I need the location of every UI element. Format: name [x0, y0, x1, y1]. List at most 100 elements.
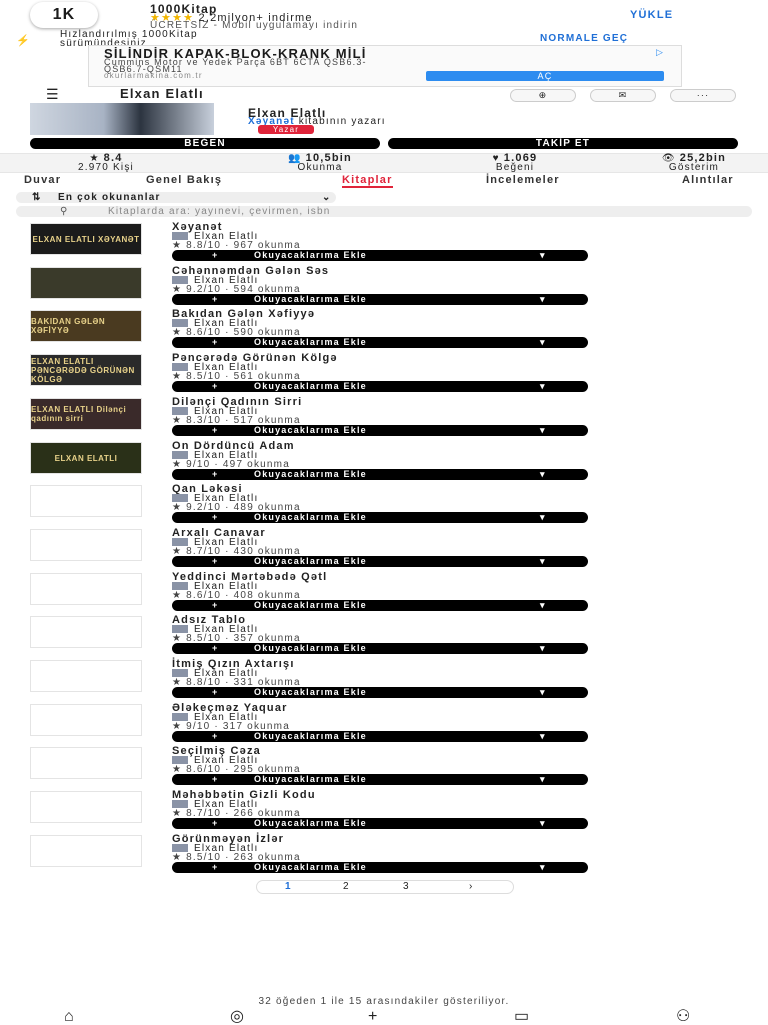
add-button-label: Okuyacaklarıma Ekle [254, 600, 367, 610]
book-row: Ələkeçməz Yaquar Elxan Elatlı ★ 9/10 · 317… [172, 703, 592, 747]
book-cover[interactable] [30, 616, 142, 648]
book-stats: ★ 8.3/10 · 517 okunma [172, 415, 301, 426]
book-cover[interactable] [30, 573, 142, 605]
add-to-reading-list-button[interactable]: + Okuyacaklarıma Ekle ▾ [172, 250, 588, 261]
page-3[interactable]: 3 [403, 881, 410, 893]
tab-overview[interactable]: Genel Bakış [146, 174, 222, 186]
chevron-down-icon[interactable]: ▾ [540, 687, 546, 698]
sort-dropdown[interactable]: ⇅ En çok okunanlar ⌄ [16, 192, 336, 203]
add-to-reading-list-button[interactable]: + Okuyacaklarıma Ekle ▾ [172, 512, 588, 523]
page-2[interactable]: 2 [343, 881, 350, 893]
sort-label: En çok okunanlar [58, 192, 161, 203]
plus-icon: + [212, 250, 219, 260]
add-to-reading-list-button[interactable]: + Okuyacaklarıma Ekle ▾ [172, 774, 588, 785]
book-stats: ★ 9/10 · 317 okunma [172, 721, 290, 732]
book-cover[interactable] [30, 485, 142, 517]
chevron-down-icon[interactable]: ▾ [540, 731, 546, 742]
install-button[interactable]: YÜKLE [630, 9, 673, 21]
chevron-down-icon[interactable]: ▾ [540, 381, 546, 392]
chevron-down-icon[interactable]: ▾ [540, 250, 546, 261]
switch-normal-button[interactable]: NORMALE GEÇ [540, 33, 628, 44]
book-cover[interactable] [30, 267, 142, 299]
add-to-reading-list-button[interactable]: + Okuyacaklarıma Ekle ▾ [172, 687, 588, 698]
stat-reads: 👥 10,5bin Okunma [288, 152, 352, 173]
tab-reviews[interactable]: İncelemeler [486, 174, 560, 186]
app-logo[interactable]: 1K [30, 2, 98, 28]
tab-quotes[interactable]: Alıntılar [682, 174, 734, 186]
ad-open-button[interactable]: AÇ [426, 71, 664, 81]
add-to-reading-list-button[interactable]: + Okuyacaklarıma Ekle ▾ [172, 862, 588, 873]
add-button-label: Okuyacaklarıma Ekle [254, 643, 367, 653]
chevron-down-icon[interactable]: ▾ [540, 643, 546, 654]
book-row: Cəhənnəmdən Gələn Səs Elxan Elatlı ★ 9.2/1… [172, 266, 592, 310]
add-to-reading-list-button[interactable]: + Okuyacaklarıma Ekle ▾ [172, 556, 588, 567]
add-to-reading-list-button[interactable]: + Okuyacaklarıma Ekle ▾ [172, 294, 588, 305]
chevron-down-icon[interactable]: ▾ [540, 512, 546, 523]
explore-icon[interactable]: ◎ [230, 1009, 245, 1025]
chevron-down-icon[interactable]: ▾ [540, 556, 546, 567]
add-icon-button[interactable]: ⊕ [510, 89, 576, 102]
book-cover[interactable] [30, 791, 142, 823]
book-cover[interactable] [30, 704, 142, 736]
book-stats: ★ 8.8/10 · 331 okunma [172, 677, 301, 688]
book-row: Qan Ləkəsi Elxan Elatlı ★ 9.2/10 · 489 oku… [172, 484, 592, 528]
book-cover[interactable]: ELXAN ELATLI Dilənçi qadının sirri [30, 398, 142, 430]
add-icon[interactable]: + [368, 1009, 379, 1025]
book-cover[interactable]: ELXAN ELATLI PƏNCƏRƏDƏ GÖRÜNƏN KÖLGƏ [30, 354, 142, 386]
book-stats: ★ 9/10 · 497 okunma [172, 459, 290, 470]
add-to-reading-list-button[interactable]: + Okuyacaklarıma Ekle ▾ [172, 818, 588, 829]
add-to-reading-list-button[interactable]: + Okuyacaklarıma Ekle ▾ [172, 643, 588, 654]
plus-icon: + [212, 337, 219, 347]
book-cover[interactable] [30, 747, 142, 779]
add-button-label: Okuyacaklarıma Ekle [254, 731, 367, 741]
book-cover[interactable]: ELXAN ELATLI [30, 442, 142, 474]
chevron-down-icon[interactable]: ▾ [540, 337, 546, 348]
add-button-label: Okuyacaklarıma Ekle [254, 687, 367, 697]
next-page-button[interactable]: › [469, 881, 474, 893]
ad-choices-icon[interactable]: ▷ [656, 47, 664, 58]
like-button[interactable]: BEĞEN [30, 138, 380, 149]
lightning-icon: ⚡ [16, 35, 31, 47]
chevron-down-icon[interactable]: ▾ [540, 294, 546, 305]
plus-icon: + [212, 818, 219, 828]
chevron-down-icon[interactable]: ▾ [540, 469, 546, 480]
add-button-label: Okuyacaklarıma Ekle [254, 425, 367, 435]
search-input[interactable]: ⚲ Kitaplarda ara: yayınevi, çevirmen, is… [16, 206, 752, 217]
book-stats: ★ 8.6/10 · 408 okunma [172, 590, 301, 601]
messages-icon[interactable]: ▭ [514, 1009, 530, 1025]
chevron-down-icon: ⌄ [322, 192, 332, 203]
add-to-reading-list-button[interactable]: + Okuyacaklarıma Ekle ▾ [172, 425, 588, 436]
ad-domain: okurlarmakina.com.tr [104, 71, 203, 80]
book-cover[interactable] [30, 660, 142, 692]
follow-button[interactable]: TAKİP ET [388, 138, 738, 149]
home-icon[interactable]: ⌂ [64, 1009, 75, 1025]
message-icon-button[interactable]: ✉ [590, 89, 656, 102]
chevron-down-icon[interactable]: ▾ [540, 425, 546, 436]
menu-icon[interactable]: ☰ [46, 87, 60, 101]
add-to-reading-list-button[interactable]: + Okuyacaklarıma Ekle ▾ [172, 731, 588, 742]
book-cover[interactable] [30, 529, 142, 561]
plus-icon: + [212, 381, 219, 391]
add-to-reading-list-button[interactable]: + Okuyacaklarıma Ekle ▾ [172, 337, 588, 348]
book-row: Seçilmiş Cəza Elxan Elatlı ★ 8.6/10 · 295 … [172, 746, 592, 790]
plus-icon: + [212, 469, 219, 479]
chevron-down-icon[interactable]: ▾ [540, 818, 546, 829]
pagination: 1 2 3 › [256, 880, 514, 894]
book-row: Məhəbbətin Gizli Kodu Elxan Elatlı ★ 8.7/1… [172, 790, 592, 834]
tab-books[interactable]: Kitaplar [342, 174, 393, 188]
profile-icon[interactable]: ⚇ [676, 1009, 692, 1025]
more-options-button[interactable]: ··· [670, 89, 736, 102]
book-cover[interactable] [30, 835, 142, 867]
cover-art: ELXAN ELATLI XƏYANƏT [31, 224, 141, 254]
add-to-reading-list-button[interactable]: + Okuyacaklarıma Ekle ▾ [172, 469, 588, 480]
chevron-down-icon[interactable]: ▾ [540, 774, 546, 785]
page-1[interactable]: 1 [285, 881, 292, 893]
chevron-down-icon[interactable]: ▾ [540, 600, 546, 611]
add-to-reading-list-button[interactable]: + Okuyacaklarıma Ekle ▾ [172, 381, 588, 392]
add-to-reading-list-button[interactable]: + Okuyacaklarıma Ekle ▾ [172, 600, 588, 611]
book-cover[interactable]: BAKIDAN GƏLƏN XƏFİYYƏ [30, 310, 142, 342]
book-cover[interactable]: ELXAN ELATLI XƏYANƏT [30, 223, 142, 255]
tab-wall[interactable]: Duvar [24, 174, 61, 186]
book-row: Yeddinci Mərtəbədə Qətl Elxan Elatlı ★ 8.6… [172, 572, 592, 616]
chevron-down-icon[interactable]: ▾ [540, 862, 546, 873]
